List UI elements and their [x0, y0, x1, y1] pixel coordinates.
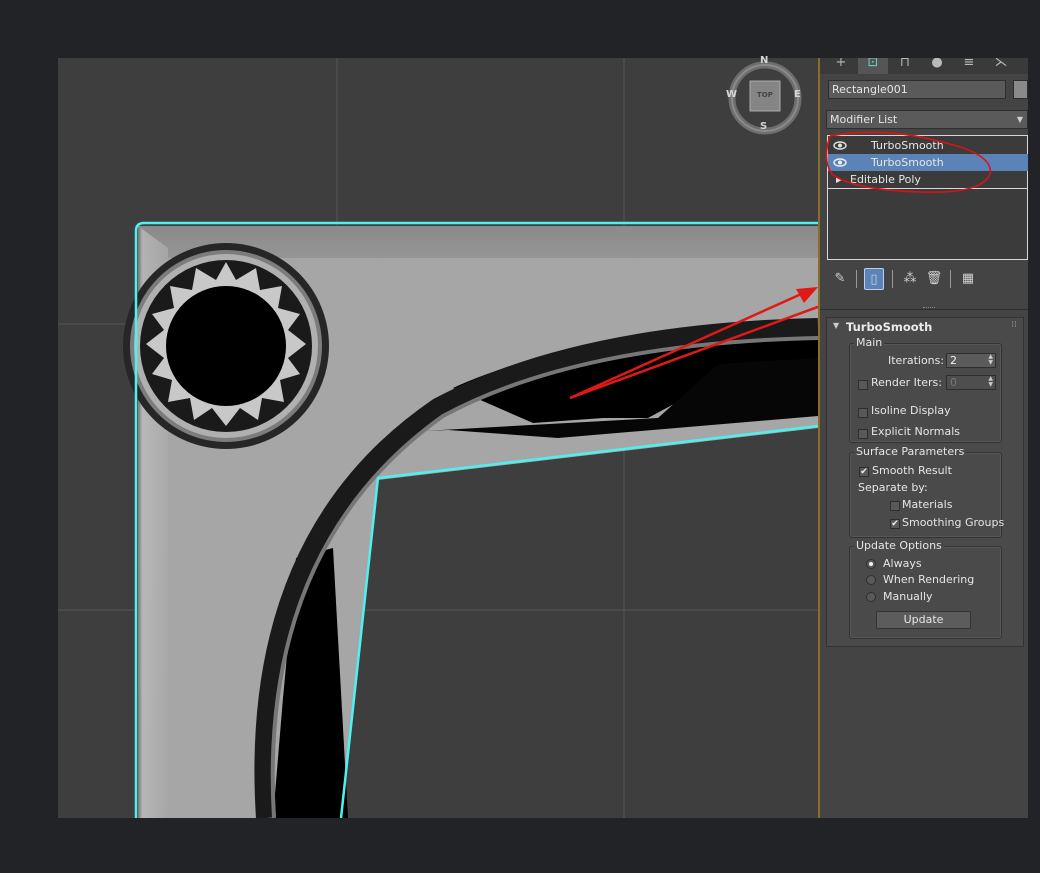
make-unique-icon[interactable]: ⁂ — [900, 268, 920, 290]
group-surface-title: Surface Parameters — [854, 445, 967, 459]
viewcube-face[interactable]: TOP — [757, 91, 773, 99]
iterations-spinner[interactable]: 2 ▲ ▼ — [946, 353, 996, 368]
viewport-top[interactable] — [58, 58, 818, 818]
materials-checkbox[interactable] — [890, 501, 900, 511]
pin-icon[interactable]: ✎ — [830, 268, 850, 290]
collapse-triangle-icon[interactable]: ▼ — [833, 321, 839, 330]
smoothing-groups-checkbox[interactable]: ✔ — [890, 519, 900, 529]
object-name-field[interactable]: Rectangle001 — [828, 80, 1006, 99]
isoline-display-checkbox[interactable] — [858, 408, 868, 418]
viewcube-east[interactable]: E — [794, 89, 801, 100]
always-label: Always — [883, 557, 922, 570]
annotation-arrow-overlay — [569, 287, 818, 400]
rollout-title[interactable]: TurboSmooth — [846, 320, 932, 334]
manually-radio[interactable] — [866, 592, 876, 602]
when-rendering-label: When Rendering — [883, 573, 975, 586]
render-iters-value: 0 — [950, 376, 957, 389]
group-surface-parameters: Surface Parameters ✔ Smooth Result Separ… — [849, 445, 1005, 538]
smooth-result-checkbox[interactable]: ✔ — [859, 467, 869, 477]
drag-handle-icon[interactable]: ⁞⁞ — [1011, 320, 1017, 330]
smoothing-groups-label: Smoothing Groups — [902, 516, 1005, 529]
group-main-title: Main — [854, 336, 885, 350]
modifier-list-dropdown[interactable]: Modifier List ▼ — [826, 110, 1028, 129]
viewcube-north[interactable]: N — [760, 55, 768, 66]
viewcube[interactable]: N S E W TOP — [722, 55, 808, 141]
toolbar-divider — [892, 270, 893, 288]
trash-icon[interactable]: 🗑 — [924, 268, 944, 290]
always-radio[interactable] — [866, 559, 876, 569]
annotation-circle — [825, 131, 991, 193]
tab-utilities[interactable]: ⋋ — [986, 58, 1016, 74]
turbosmooth-rollout: ▼ TurboSmooth ⁞⁞ Main Iterations: 2 ▲ ▼ R… — [826, 317, 1024, 647]
explicit-normals-checkbox[interactable] — [858, 429, 868, 439]
when-rendering-radio[interactable] — [866, 575, 876, 585]
command-panel: + ⊡ ⊓ ● ≡ ⋋ Rectangle001 Modifier List ▼… — [820, 58, 1028, 818]
tab-modify[interactable]: ⊡ — [858, 58, 888, 74]
manually-label: Manually — [883, 590, 933, 603]
group-main: Main Iterations: 2 ▲ ▼ Render Iters: 0 ▲ ▼… — [849, 336, 1002, 443]
isoline-display-label: Isoline Display — [871, 404, 951, 417]
chevron-down-icon: ▼ — [1016, 115, 1023, 124]
viewcube-south[interactable]: S — [760, 121, 767, 132]
group-update-options: Update Options Always When Rendering Man… — [849, 539, 1002, 639]
materials-label: Materials — [902, 498, 953, 511]
iterations-value: 2 — [950, 354, 957, 367]
object-color-swatch[interactable] — [1013, 80, 1028, 99]
panel-divider — [820, 309, 1028, 310]
toolbar-divider — [856, 270, 857, 288]
stack-toolbar: ✎ ▯ ⁂ 🗑 ▦ — [826, 266, 1028, 292]
tab-display[interactable]: ≡ — [954, 58, 984, 74]
render-iters-spinner[interactable]: 0 ▲ ▼ — [946, 375, 996, 390]
smooth-result-label: Smooth Result — [872, 464, 952, 477]
render-iters-label: Render Iters: — [871, 376, 942, 389]
modifier-stack[interactable]: TurboSmooth TurboSmooth ▶ Editable Poly — [825, 131, 1028, 260]
explicit-normals-label: Explicit Normals — [871, 425, 960, 438]
show-end-result-icon[interactable]: ▯ — [864, 268, 884, 290]
configure-modifier-sets-icon[interactable]: ▦ — [958, 268, 978, 290]
command-panel-tabs: + ⊡ ⊓ ● ≡ ⋋ — [820, 58, 1028, 74]
viewport-canvas — [58, 58, 818, 818]
toolbar-divider — [950, 270, 951, 288]
iterations-label: Iterations: — [888, 354, 945, 367]
tab-motion[interactable]: ● — [922, 58, 952, 74]
tab-create[interactable]: + — [826, 58, 856, 74]
viewcube-west[interactable]: W — [726, 89, 737, 100]
spinner-arrows-icon[interactable]: ▲ ▼ — [988, 376, 993, 388]
tab-hierarchy[interactable]: ⊓ — [890, 58, 920, 74]
update-button[interactable]: Update — [876, 611, 971, 629]
group-update-title: Update Options — [854, 539, 944, 553]
render-iters-checkbox[interactable] — [858, 380, 868, 390]
separate-by-label: Separate by: — [858, 481, 928, 494]
spinner-arrows-icon[interactable]: ▲ ▼ — [988, 354, 993, 366]
modifier-list-label: Modifier List — [830, 113, 898, 126]
